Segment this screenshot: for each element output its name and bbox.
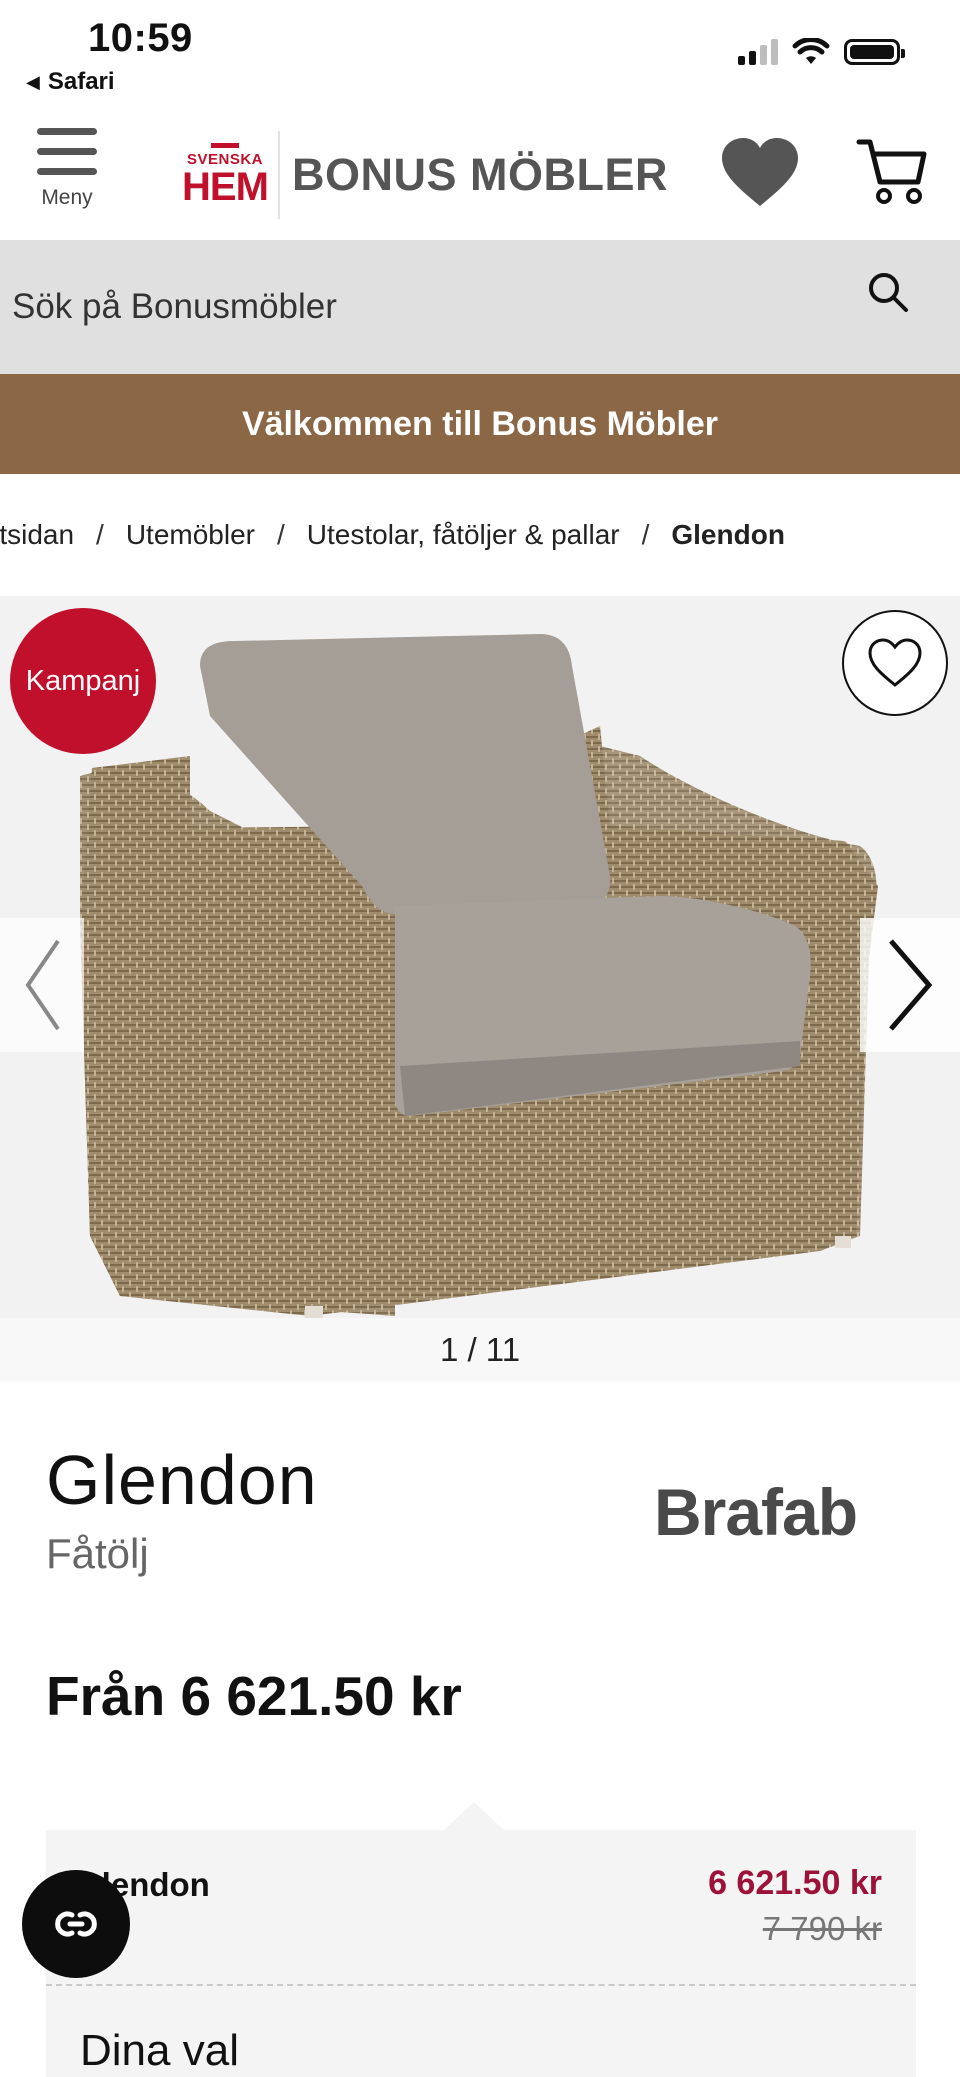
logo-text: BONUS MÖBLER	[292, 149, 668, 200]
search-input[interactable]	[12, 270, 832, 344]
breadcrumb-home[interactable]: rtsidan	[0, 519, 96, 551]
search-icon[interactable]	[866, 270, 910, 314]
search-bar	[0, 240, 960, 374]
price-from: Från 6 621.50 kr	[46, 1665, 462, 1727]
heart-outline-icon	[868, 638, 922, 687]
status-icons	[738, 38, 905, 66]
welcome-text: Välkommen till Bonus Möbler	[241, 404, 719, 443]
hamburger-icon	[37, 128, 97, 188]
variant-sale-price: 6 621.50 kr	[708, 1864, 882, 1902]
status-bar: 10:59 ◀ Safari	[0, 0, 960, 110]
next-image-button[interactable]	[860, 918, 960, 1052]
menu-label: Meny	[41, 186, 93, 209]
product-category: Fåtölj	[46, 1530, 149, 1577]
variant-panel: Glendon 6 621.50 kr 7 790 kr Dina val	[46, 1802, 916, 2077]
brand-logo[interactable]: Brafab	[654, 1474, 858, 1550]
wifi-icon	[792, 38, 830, 64]
choices-label: Dina val	[80, 2026, 239, 2075]
product-title: Glendon	[46, 1441, 318, 1519]
chat-button[interactable]	[22, 1870, 130, 1978]
breadcrumb-utemobler[interactable]: Utemöbler	[104, 519, 277, 551]
cart-button[interactable]	[856, 134, 928, 210]
breadcrumb-utestolar[interactable]: Utestolar, fåtöljer & pallar	[285, 519, 642, 551]
previous-image-button[interactable]	[0, 918, 84, 1052]
battery-icon	[844, 39, 905, 65]
back-arrow-icon: ◀	[26, 71, 40, 92]
chevron-left-icon	[25, 939, 60, 1031]
breadcrumb-separator: /	[96, 519, 104, 550]
site-logo[interactable]: SVENSKA HEM BONUS MÖBLER	[180, 130, 668, 220]
welcome-banner: Välkommen till Bonus Möbler	[0, 374, 960, 474]
cart-icon	[856, 139, 927, 204]
heart-icon	[722, 138, 798, 206]
breadcrumb-separator: /	[277, 519, 285, 550]
status-time: 10:59	[88, 16, 193, 60]
add-to-favorites-button[interactable]	[842, 610, 948, 716]
back-app-label: Safari	[47, 68, 115, 95]
chevron-right-icon	[889, 939, 933, 1031]
divider	[46, 1984, 916, 1986]
chat-icon	[55, 1911, 97, 1937]
image-counter: 1 / 11	[0, 1318, 960, 1382]
menu-button[interactable]: Meny	[34, 128, 100, 210]
variant-original-price: 7 790 kr	[762, 1910, 882, 1947]
breadcrumb-separator: /	[641, 519, 650, 550]
back-to-safari-link[interactable]: ◀ Safari	[26, 68, 115, 96]
campaign-badge: Kampanj	[10, 608, 156, 754]
site-header: Meny SVENSKA HEM BONUS MÖBLER	[0, 110, 960, 240]
svenska-hem-logo: SVENSKA HEM	[180, 143, 270, 207]
breadcrumb-current: Glendon	[671, 519, 785, 550]
cellular-signal-icon	[738, 39, 778, 65]
product-gallery: Kampanj 1 / 11	[0, 596, 960, 1382]
favorites-button[interactable]	[718, 134, 802, 210]
breadcrumb: rtsidan / Utemöbler / Utestolar, fåtölje…	[0, 474, 960, 596]
